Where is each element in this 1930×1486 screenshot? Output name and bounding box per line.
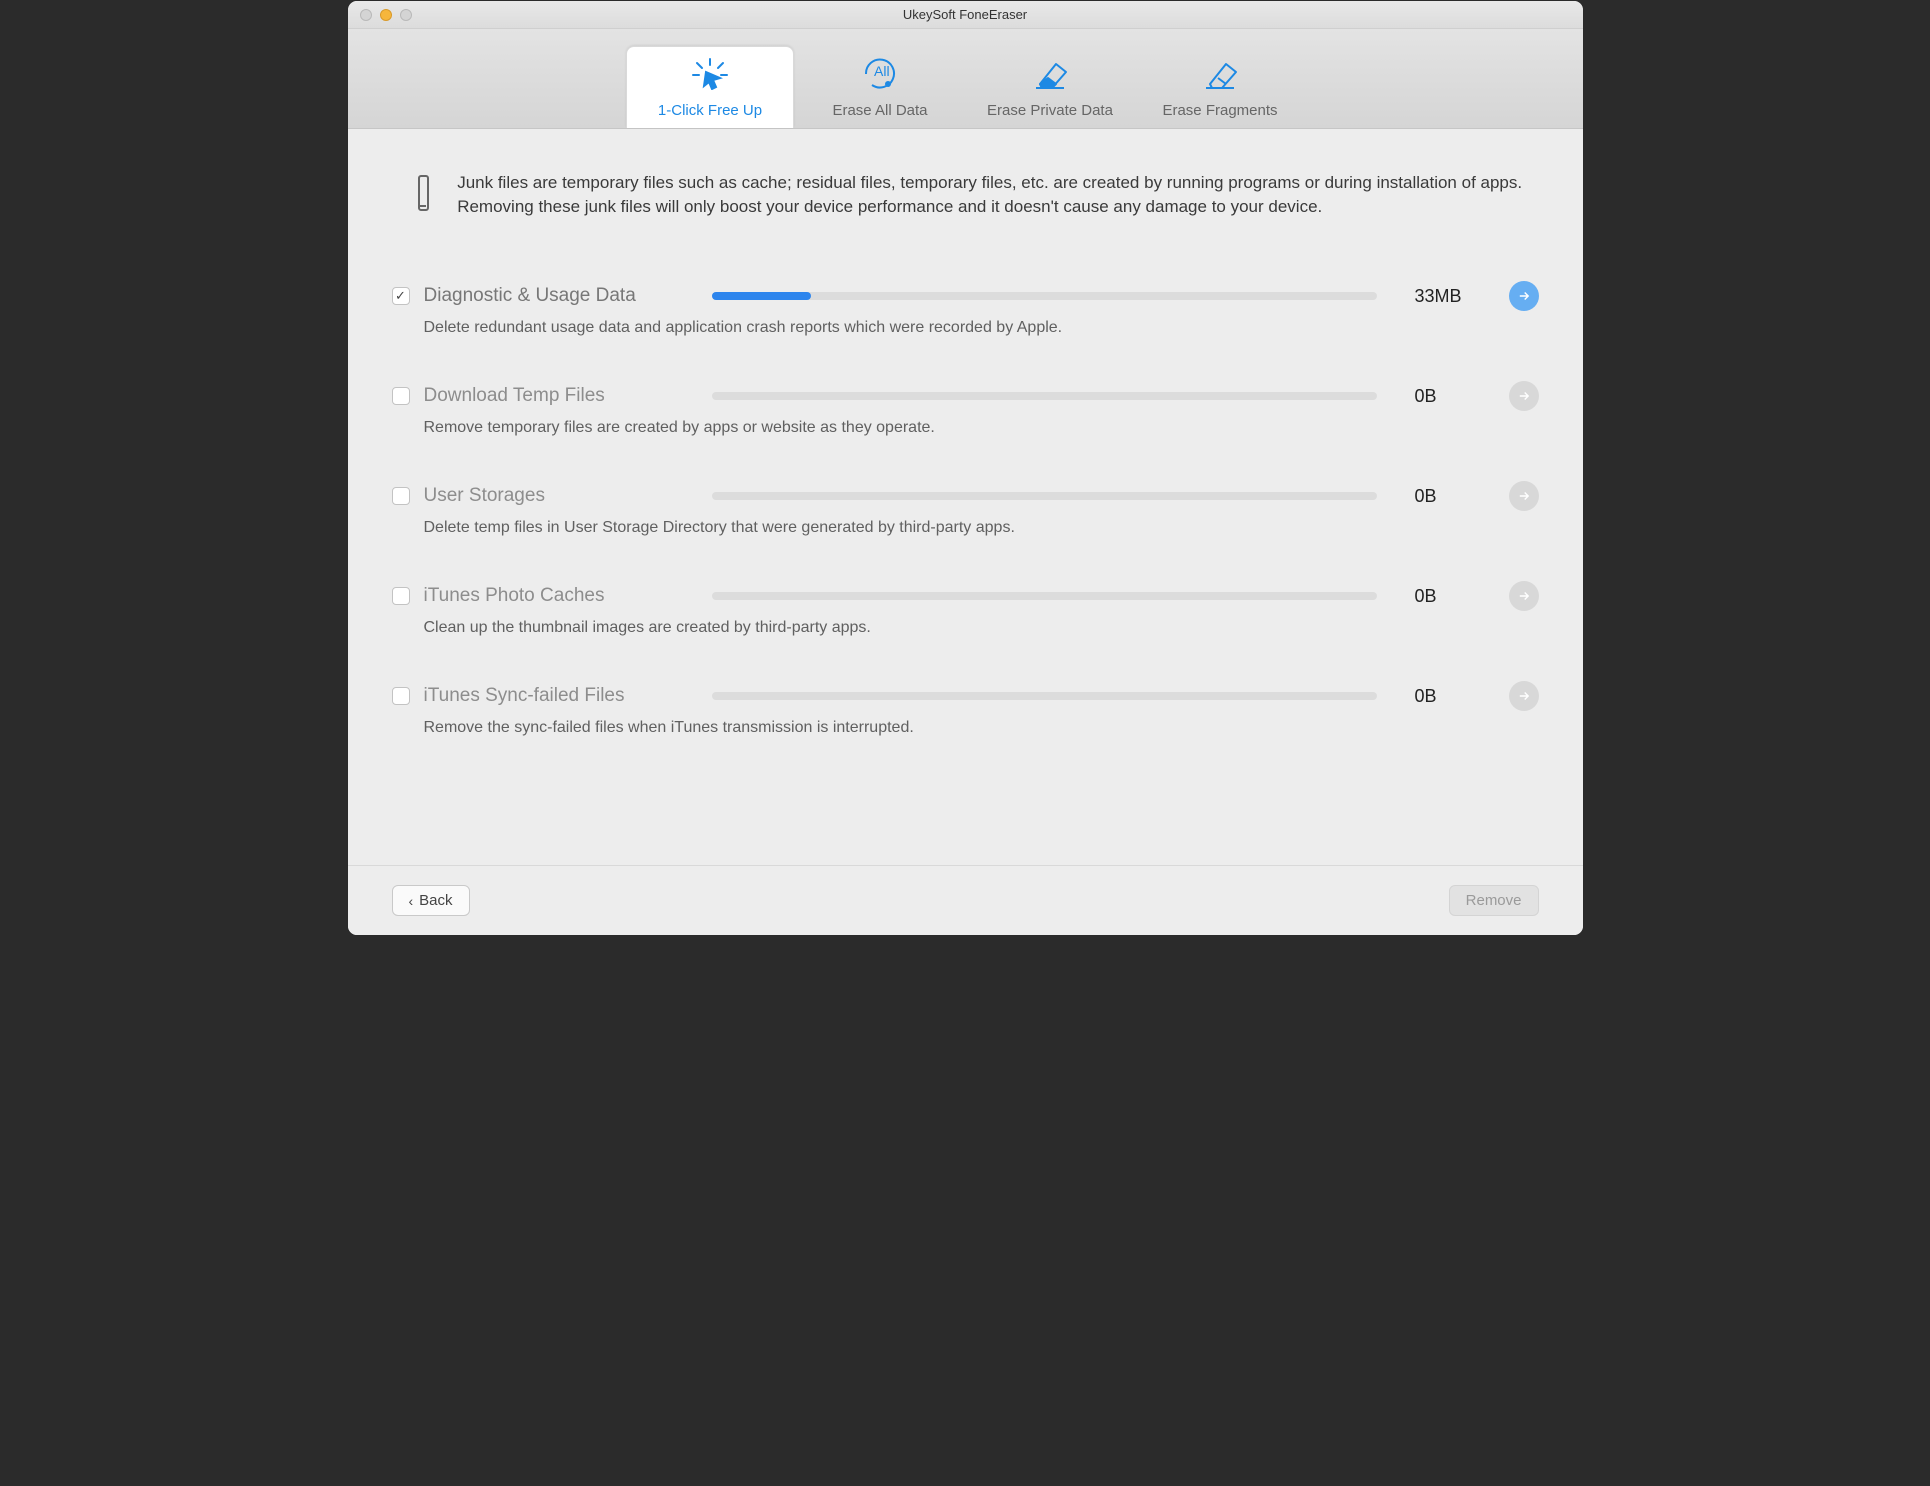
junk-item-action-button[interactable] [1509,281,1539,311]
junk-item-action-button[interactable] [1509,581,1539,611]
junk-item-action-button[interactable] [1509,381,1539,411]
tab-1click-free-up[interactable]: 1-Click Free Up [626,46,794,128]
junk-item-progress [712,292,1377,300]
junk-item-name: iTunes Photo Caches [424,585,674,607]
junk-item: Download Temp Files 0B Remove temporary … [392,359,1539,459]
junk-item-desc: Clean up the thumbnail images are create… [424,619,1539,637]
eraser-filled-icon [1030,56,1070,94]
tab-label: Erase Private Data [987,102,1113,119]
junk-item-size: 0B [1415,586,1495,607]
junk-item-progress [712,392,1377,400]
tab-label: Erase Fragments [1162,102,1277,119]
cursor-spark-icon [690,56,730,94]
description-block: Junk files are temporary files such as c… [348,129,1583,229]
window-title: UkeySoft FoneEraser [348,7,1583,22]
junk-item-action-button[interactable] [1509,481,1539,511]
junk-item-checkbox[interactable] [392,487,410,505]
back-button[interactable]: ‹ Back [392,885,470,916]
phone-icon [418,175,430,211]
junk-item-size: 0B [1415,686,1495,707]
junk-item: Diagnostic & Usage Data 33MB Delete redu… [392,259,1539,359]
footer: ‹ Back Remove [348,865,1583,935]
app-window: UkeySoft FoneEraser 1-Click Free Up [347,0,1584,936]
junk-item-row: iTunes Photo Caches 0B [392,581,1539,611]
erase-all-icon: All [860,56,900,94]
description-text: Junk files are temporary files such as c… [457,171,1522,219]
junk-item-checkbox[interactable] [392,287,410,305]
back-label: Back [419,892,452,909]
titlebar: UkeySoft FoneEraser [348,1,1583,29]
junk-item: User Storages 0B Delete temp files in Us… [392,459,1539,559]
junk-item-desc: Remove the sync-failed files when iTunes… [424,719,1539,737]
svg-text:All: All [874,63,890,79]
arrow-right-icon [1517,689,1531,703]
tab-label: 1-Click Free Up [658,102,762,119]
junk-item-name: iTunes Sync-failed Files [424,685,674,707]
arrow-right-icon [1517,389,1531,403]
tab-label: Erase All Data [832,102,927,119]
junk-item-action-button[interactable] [1509,681,1539,711]
tab-erase-private-data[interactable]: Erase Private Data [966,46,1134,128]
eraser-outline-icon [1200,56,1240,94]
junk-item-progress [712,692,1377,700]
junk-item: iTunes Sync-failed Files 0B Remove the s… [392,659,1539,759]
junk-item-row: iTunes Sync-failed Files 0B [392,681,1539,711]
junk-item-name: User Storages [424,485,674,507]
arrow-right-icon [1517,589,1531,603]
junk-item-size: 33MB [1415,286,1495,307]
tab-erase-fragments[interactable]: Erase Fragments [1136,46,1304,128]
junk-item-progress [712,492,1377,500]
junk-item-checkbox[interactable] [392,387,410,405]
remove-button[interactable]: Remove [1449,885,1539,916]
junk-item-row: Diagnostic & Usage Data 33MB [392,281,1539,311]
junk-item-size: 0B [1415,386,1495,407]
junk-item-size: 0B [1415,486,1495,507]
tab-bar: 1-Click Free Up All Erase All Data [348,29,1583,129]
junk-item-progress [712,592,1377,600]
junk-item-row: Download Temp Files 0B [392,381,1539,411]
tabs: 1-Click Free Up All Erase All Data [626,46,1304,128]
chevron-left-icon: ‹ [409,893,414,909]
junk-item-name: Diagnostic & Usage Data [424,285,674,307]
arrow-right-icon [1517,489,1531,503]
junk-item-desc: Delete redundant usage data and applicat… [424,319,1539,337]
junk-item-checkbox[interactable] [392,587,410,605]
junk-item-checkbox[interactable] [392,687,410,705]
junk-item-desc: Delete temp files in User Storage Direct… [424,519,1539,537]
junk-item: iTunes Photo Caches 0B Clean up the thum… [392,559,1539,659]
arrow-right-icon [1517,289,1531,303]
junk-item-desc: Remove temporary files are created by ap… [424,419,1539,437]
junk-item-name: Download Temp Files [424,385,674,407]
junk-list: Diagnostic & Usage Data 33MB Delete redu… [348,229,1583,865]
tab-erase-all-data[interactable]: All Erase All Data [796,46,964,128]
junk-item-row: User Storages 0B [392,481,1539,511]
remove-label: Remove [1466,892,1522,909]
